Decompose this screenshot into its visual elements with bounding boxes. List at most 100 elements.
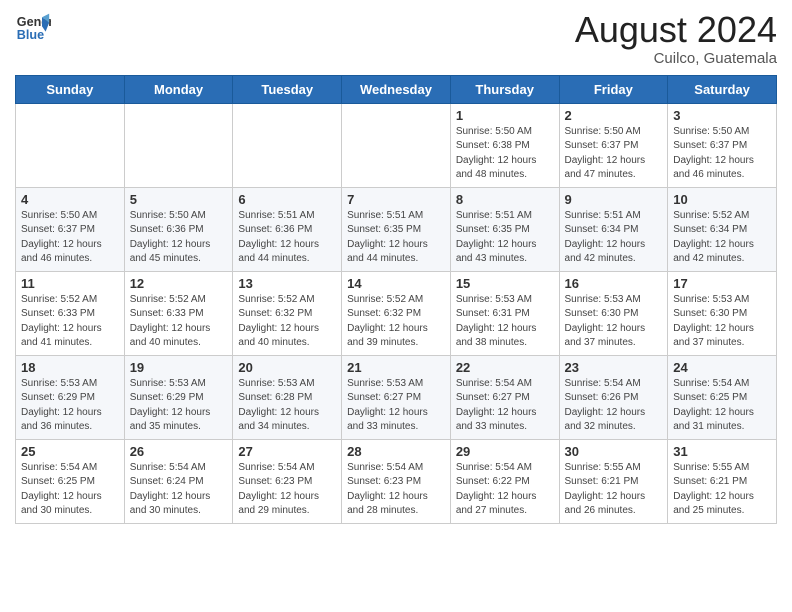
day-number: 11 xyxy=(21,276,119,291)
day-number: 20 xyxy=(238,360,336,375)
calendar-cell: 11 Sunrise: 5:52 AMSunset: 6:33 PMDayligh… xyxy=(16,271,125,355)
calendar-cell: 24 Sunrise: 5:54 AMSunset: 6:25 PMDayligh… xyxy=(668,355,777,439)
calendar-cell xyxy=(342,103,451,187)
calendar-cell: 4Sunrise: 5:50 AMSunset: 6:37 PMDaylight… xyxy=(16,187,125,271)
day-number: 10 xyxy=(673,192,771,207)
calendar-cell: 18 Sunrise: 5:53 AMSunset: 6:29 PMDayligh… xyxy=(16,355,125,439)
day-number: 29 xyxy=(456,444,554,459)
day-info: Sunrise: 5:54 AMSunset: 6:23 PMDaylight:… xyxy=(347,461,445,519)
calendar-week-row: 25 Sunrise: 5:54 AMSunset: 6:25 PMDayligh… xyxy=(16,439,777,523)
day-header-thursday: Thursday xyxy=(450,75,559,103)
day-info: Sunrise: 5:50 AMSunset: 6:37 PMDaylight:… xyxy=(21,209,119,267)
day-number: 1 xyxy=(456,108,554,123)
calendar-cell: 5 Sunrise: 5:50 AMSunset: 6:36 PMDaylight… xyxy=(124,187,233,271)
day-number: 21 xyxy=(347,360,445,375)
day-number: 18 xyxy=(21,360,119,375)
day-number: 6 xyxy=(238,192,336,207)
calendar-week-row: 4Sunrise: 5:50 AMSunset: 6:37 PMDaylight… xyxy=(16,187,777,271)
day-number: 27 xyxy=(238,444,336,459)
day-info: Sunrise: 5:50 AMSunset: 6:38 PMDaylight:… xyxy=(456,125,554,183)
calendar-cell: 6 Sunrise: 5:51 AMSunset: 6:36 PMDaylight… xyxy=(233,187,342,271)
day-info: Sunrise: 5:51 AMSunset: 6:35 PMDaylight:… xyxy=(456,209,554,267)
calendar-cell: 2Sunrise: 5:50 AMSunset: 6:37 PMDaylight… xyxy=(559,103,668,187)
title-block: August 2024 Cuilco, Guatemala xyxy=(575,10,777,67)
day-number: 12 xyxy=(130,276,228,291)
day-number: 24 xyxy=(673,360,771,375)
calendar-cell: 20 Sunrise: 5:53 AMSunset: 6:28 PMDayligh… xyxy=(233,355,342,439)
calendar-cell: 1 Sunrise: 5:50 AMSunset: 6:38 PMDaylight… xyxy=(450,103,559,187)
calendar-cell: 23 Sunrise: 5:54 AMSunset: 6:26 PMDayligh… xyxy=(559,355,668,439)
day-number: 17 xyxy=(673,276,771,291)
day-number: 16 xyxy=(565,276,663,291)
calendar-cell: 16 Sunrise: 5:53 AMSunset: 6:30 PMDayligh… xyxy=(559,271,668,355)
day-info: Sunrise: 5:53 AMSunset: 6:29 PMDaylight:… xyxy=(21,377,119,435)
calendar-cell: 10Sunrise: 5:52 AMSunset: 6:34 PMDayligh… xyxy=(668,187,777,271)
calendar-cell: 17 Sunrise: 5:53 AMSunset: 6:30 PMDayligh… xyxy=(668,271,777,355)
svg-text:Blue: Blue xyxy=(17,28,44,42)
day-header-saturday: Saturday xyxy=(668,75,777,103)
day-number: 5 xyxy=(130,192,228,207)
day-header-wednesday: Wednesday xyxy=(342,75,451,103)
day-number: 15 xyxy=(456,276,554,291)
day-info: Sunrise: 5:54 AMSunset: 6:26 PMDaylight:… xyxy=(565,377,663,435)
calendar-week-row: 11 Sunrise: 5:52 AMSunset: 6:33 PMDayligh… xyxy=(16,271,777,355)
page-header: General Blue August 2024 Cuilco, Guatema… xyxy=(15,10,777,67)
day-info: Sunrise: 5:55 AMSunset: 6:21 PMDaylight:… xyxy=(673,461,771,519)
day-info: Sunrise: 5:52 AMSunset: 6:32 PMDaylight:… xyxy=(347,293,445,351)
day-number: 13 xyxy=(238,276,336,291)
calendar-cell: 21Sunrise: 5:53 AMSunset: 6:27 PMDayligh… xyxy=(342,355,451,439)
day-number: 8 xyxy=(456,192,554,207)
calendar-cell: 19Sunrise: 5:53 AMSunset: 6:29 PMDayligh… xyxy=(124,355,233,439)
calendar-week-row: 1 Sunrise: 5:50 AMSunset: 6:38 PMDaylight… xyxy=(16,103,777,187)
day-info: Sunrise: 5:54 AMSunset: 6:22 PMDaylight:… xyxy=(456,461,554,519)
logo-icon: General Blue xyxy=(15,10,51,46)
calendar-cell: 14 Sunrise: 5:52 AMSunset: 6:32 PMDayligh… xyxy=(342,271,451,355)
calendar-table: SundayMondayTuesdayWednesdayThursdayFrid… xyxy=(15,75,777,524)
day-number: 30 xyxy=(565,444,663,459)
day-info: Sunrise: 5:54 AMSunset: 6:24 PMDaylight:… xyxy=(130,461,228,519)
day-info: Sunrise: 5:52 AMSunset: 6:32 PMDaylight:… xyxy=(238,293,336,351)
day-info: Sunrise: 5:54 AMSunset: 6:25 PMDaylight:… xyxy=(673,377,771,435)
page-subtitle: Cuilco, Guatemala xyxy=(575,50,777,67)
day-info: Sunrise: 5:54 AMSunset: 6:25 PMDaylight:… xyxy=(21,461,119,519)
day-info: Sunrise: 5:51 AMSunset: 6:35 PMDaylight:… xyxy=(347,209,445,267)
calendar-cell: 3Sunrise: 5:50 AMSunset: 6:37 PMDaylight… xyxy=(668,103,777,187)
day-info: Sunrise: 5:53 AMSunset: 6:29 PMDaylight:… xyxy=(130,377,228,435)
calendar-cell xyxy=(124,103,233,187)
day-info: Sunrise: 5:53 AMSunset: 6:30 PMDaylight:… xyxy=(565,293,663,351)
day-number: 25 xyxy=(21,444,119,459)
calendar-cell: 25 Sunrise: 5:54 AMSunset: 6:25 PMDayligh… xyxy=(16,439,125,523)
day-info: Sunrise: 5:53 AMSunset: 6:31 PMDaylight:… xyxy=(456,293,554,351)
calendar-cell: 8 Sunrise: 5:51 AMSunset: 6:35 PMDaylight… xyxy=(450,187,559,271)
day-info: Sunrise: 5:50 AMSunset: 6:36 PMDaylight:… xyxy=(130,209,228,267)
calendar-cell xyxy=(233,103,342,187)
calendar-cell: 15 Sunrise: 5:53 AMSunset: 6:31 PMDayligh… xyxy=(450,271,559,355)
logo: General Blue xyxy=(15,10,51,46)
day-number: 9 xyxy=(565,192,663,207)
day-number: 14 xyxy=(347,276,445,291)
calendar-week-row: 18 Sunrise: 5:53 AMSunset: 6:29 PMDayligh… xyxy=(16,355,777,439)
calendar-cell: 28Sunrise: 5:54 AMSunset: 6:23 PMDayligh… xyxy=(342,439,451,523)
calendar-cell: 9Sunrise: 5:51 AMSunset: 6:34 PMDaylight… xyxy=(559,187,668,271)
calendar-cell: 22Sunrise: 5:54 AMSunset: 6:27 PMDayligh… xyxy=(450,355,559,439)
day-info: Sunrise: 5:51 AMSunset: 6:36 PMDaylight:… xyxy=(238,209,336,267)
day-number: 7 xyxy=(347,192,445,207)
day-number: 22 xyxy=(456,360,554,375)
day-info: Sunrise: 5:53 AMSunset: 6:30 PMDaylight:… xyxy=(673,293,771,351)
calendar-cell: 30 Sunrise: 5:55 AMSunset: 6:21 PMDayligh… xyxy=(559,439,668,523)
day-info: Sunrise: 5:52 AMSunset: 6:33 PMDaylight:… xyxy=(21,293,119,351)
day-info: Sunrise: 5:50 AMSunset: 6:37 PMDaylight:… xyxy=(565,125,663,183)
day-info: Sunrise: 5:52 AMSunset: 6:33 PMDaylight:… xyxy=(130,293,228,351)
calendar-header-row: SundayMondayTuesdayWednesdayThursdayFrid… xyxy=(16,75,777,103)
day-header-sunday: Sunday xyxy=(16,75,125,103)
day-header-tuesday: Tuesday xyxy=(233,75,342,103)
day-info: Sunrise: 5:53 AMSunset: 6:28 PMDaylight:… xyxy=(238,377,336,435)
calendar-cell: 26Sunrise: 5:54 AMSunset: 6:24 PMDayligh… xyxy=(124,439,233,523)
day-info: Sunrise: 5:55 AMSunset: 6:21 PMDaylight:… xyxy=(565,461,663,519)
day-number: 31 xyxy=(673,444,771,459)
day-header-monday: Monday xyxy=(124,75,233,103)
calendar-cell: 31 Sunrise: 5:55 AMSunset: 6:21 PMDayligh… xyxy=(668,439,777,523)
calendar-cell: 13 Sunrise: 5:52 AMSunset: 6:32 PMDayligh… xyxy=(233,271,342,355)
day-number: 23 xyxy=(565,360,663,375)
calendar-cell: 27Sunrise: 5:54 AMSunset: 6:23 PMDayligh… xyxy=(233,439,342,523)
